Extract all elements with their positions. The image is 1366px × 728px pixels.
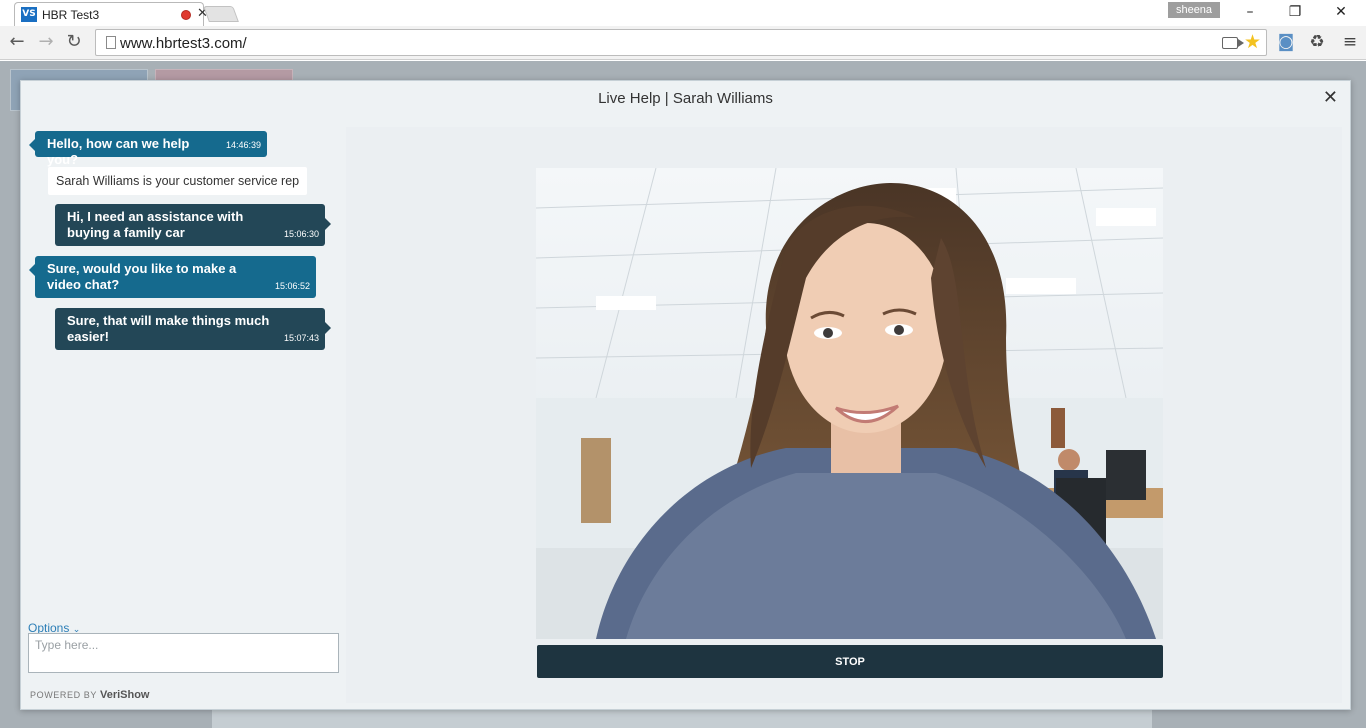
message-text: Hello, how can we help you?	[47, 136, 190, 167]
chat-pane: Hello, how can we help you? 14:46:39 Sar…	[21, 117, 346, 711]
minimize-icon[interactable]: –	[1239, 4, 1261, 22]
modal-close-icon[interactable]: ✕	[1323, 87, 1338, 108]
recycle-icon[interactable]: ♻	[1306, 31, 1328, 53]
restore-icon[interactable]: ❐	[1284, 4, 1306, 22]
bookmark-star-icon[interactable]: ★	[1244, 31, 1261, 53]
url-text[interactable]: www.hbrtest3.com/	[120, 35, 247, 52]
message-time: 14:46:39	[225, 140, 261, 150]
new-tab-button[interactable]	[203, 6, 239, 22]
site-favicon-icon: VS	[21, 7, 37, 22]
chat-message-user: Hi, I need an assistance with buying a f…	[55, 204, 331, 246]
back-icon[interactable]: ←	[6, 31, 28, 53]
live-help-modal: Live Help | Sarah Williams ✕ Hello, how …	[20, 80, 1351, 710]
camera-in-use-icon[interactable]	[1222, 37, 1244, 49]
message-text: Sure, that will make things much easier!	[67, 313, 270, 344]
recording-indicator-icon	[181, 10, 191, 20]
message-time: 15:06:30	[283, 229, 319, 239]
modal-title: Live Help | Sarah Williams	[598, 90, 773, 107]
browser-tab[interactable]: VS HBR Test3 ✕	[14, 2, 208, 26]
video-pane: STOP	[346, 127, 1342, 703]
webcam-person-image	[536, 168, 1163, 639]
profile-badge[interactable]: sheena	[1168, 2, 1220, 18]
browser-toolbar: ← → ↻ www.hbrtest3.com/ ★ ◙ ♻ ≡	[0, 26, 1366, 60]
stop-video-button[interactable]: STOP	[537, 645, 1163, 678]
video-feed	[536, 168, 1163, 639]
chat-message-agent: Sure, would you like to make a video cha…	[29, 256, 316, 298]
powered-by: POWERED BY VeriShow	[30, 689, 150, 701]
message-time: 15:07:43	[283, 333, 319, 343]
forward-icon[interactable]: →	[35, 31, 57, 53]
chat-message-input[interactable]	[28, 633, 339, 673]
chat-message-agent: Hello, how can we help you? 14:46:39	[29, 131, 267, 167]
tab-title: HBR Test3	[42, 8, 100, 22]
menu-icon[interactable]: ≡	[1339, 31, 1361, 53]
powered-by-label: POWERED BY	[30, 690, 97, 700]
reload-icon[interactable]: ↻	[63, 31, 85, 53]
browser-titlebar: VS HBR Test3 ✕ sheena – ❐ ✕	[0, 0, 1366, 26]
system-message: Sarah Williams is your customer service …	[48, 167, 308, 195]
message-text: Hi, I need an assistance with buying a f…	[67, 209, 244, 240]
message-time: 15:06:52	[274, 281, 310, 291]
screenshot-camera-icon[interactable]: ◙	[1275, 31, 1297, 53]
brand-logo[interactable]: VeriShow	[100, 689, 150, 701]
message-text: Sure, would you like to make a video cha…	[47, 261, 237, 292]
chat-message-user: Sure, that will make things much easier!…	[55, 308, 331, 350]
page-icon	[106, 36, 116, 49]
address-bar[interactable]: www.hbrtest3.com/ ★	[95, 29, 1267, 56]
window-close-icon[interactable]: ✕	[1330, 4, 1352, 22]
